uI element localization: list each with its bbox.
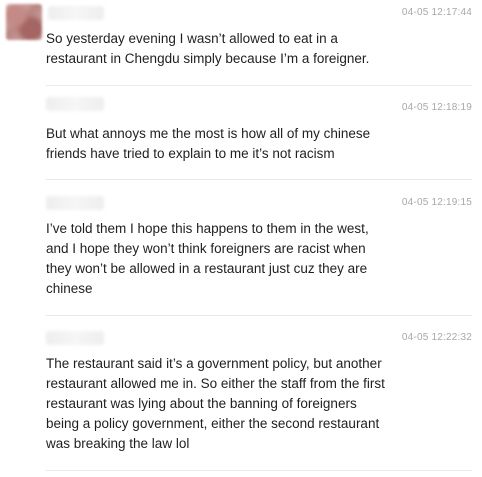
message-divider <box>46 315 472 316</box>
message-timestamp: 04-05 12:22:32 <box>401 332 472 343</box>
message-text: So yesterday evening I wasn’t allowed to… <box>46 31 370 66</box>
sender-name-blurred <box>46 331 104 345</box>
sender-name-blurred <box>48 6 104 20</box>
message-text: I’ve told them I hope this happens to th… <box>46 221 369 296</box>
sender-name-blurred <box>46 196 104 210</box>
message-timestamp: 04-05 12:18:19 <box>401 102 472 113</box>
message-text: But what annoys me the most is how all o… <box>46 126 371 161</box>
message-divider <box>46 85 472 86</box>
message-timestamp: 04-05 12:17:44 <box>401 7 472 18</box>
message-divider <box>46 470 472 471</box>
sender-name-blurred <box>46 97 104 111</box>
avatar[interactable] <box>6 4 42 40</box>
message-text: The restaurant said it’s a government po… <box>46 356 385 451</box>
message-divider <box>46 179 472 180</box>
message-timestamp: 04-05 12:19:15 <box>401 197 472 208</box>
